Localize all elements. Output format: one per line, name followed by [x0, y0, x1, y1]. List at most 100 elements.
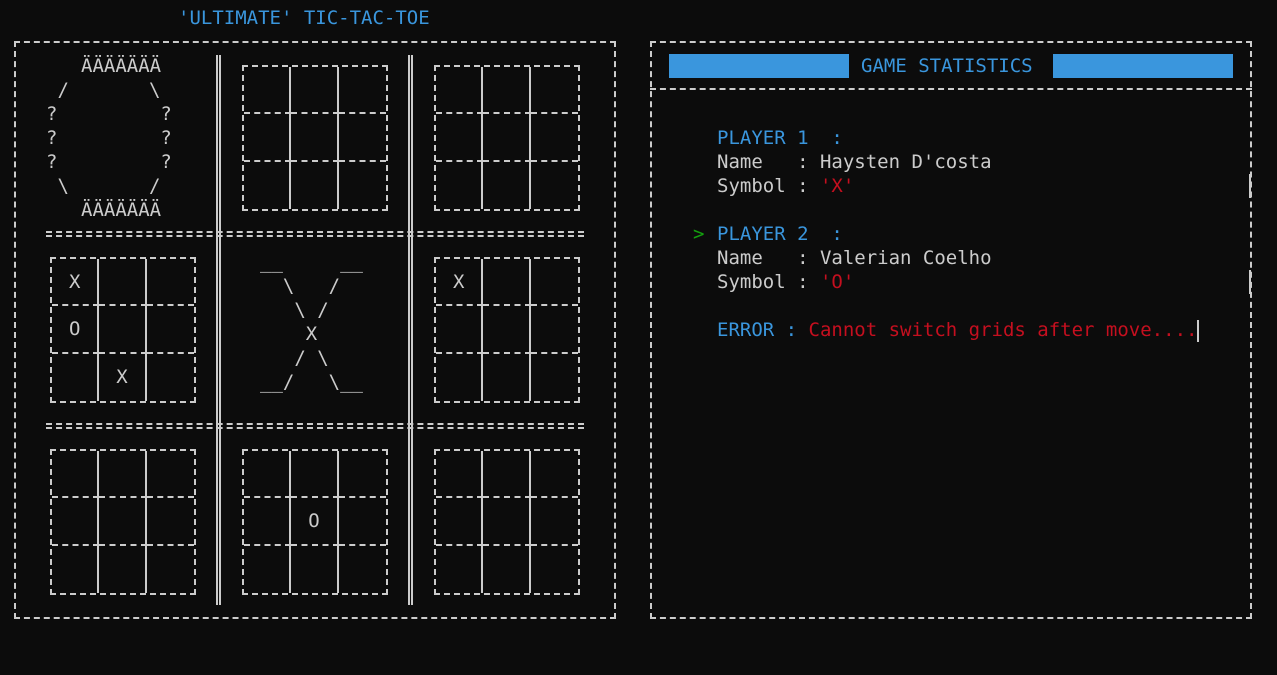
grid-6-cell-8[interactable] — [483, 353, 531, 401]
grid-6-cell-4[interactable] — [436, 306, 484, 354]
octagon-line-2: ? ? — [46, 103, 172, 125]
grid-2-cell-9[interactable] — [339, 162, 386, 209]
octagon-line-5: \ / — [46, 175, 161, 197]
grid-7-cell-4[interactable] — [52, 498, 100, 546]
grid-8-cell-8[interactable] — [291, 545, 339, 593]
app-title: 'ULTIMATE' TIC-TAC-TOE — [178, 7, 430, 29]
grid-3-cell-8[interactable] — [483, 161, 531, 209]
text-cursor — [1197, 319, 1200, 342]
octagon-line-1: / \ — [46, 79, 161, 101]
player-1-label: PLAYER 1 : — [717, 127, 843, 149]
current-player-pointer: > — [693, 223, 705, 245]
grid-4-cell-4[interactable]: O — [52, 306, 100, 354]
grid-1-won-marker[interactable]: ÄÄÄÄÄÄÄ / \ ? ? ? ? ? ? \ / ÄÄÄÄÄÄÄ — [42, 54, 210, 224]
grid-4-cell-3[interactable] — [146, 259, 194, 307]
grid-3-cell-4[interactable] — [436, 114, 484, 162]
grid-3-cell-9[interactable] — [531, 162, 578, 209]
grid-6-cell-3[interactable] — [530, 259, 578, 307]
player-1-name: Haysten D'costa — [819, 151, 992, 173]
grid-6-cell-7[interactable] — [436, 353, 484, 401]
board-horizontal-separator-top — [46, 231, 584, 237]
stats-header-bar-right — [1053, 54, 1233, 78]
grid-2-cell-4[interactable] — [244, 114, 292, 162]
grid-2-cell-2[interactable] — [291, 67, 339, 115]
grid-6-cell-5[interactable] — [483, 306, 531, 354]
grid-9-cell-7[interactable] — [436, 545, 484, 593]
grid-6-cell-6[interactable] — [530, 306, 578, 354]
octagon-bottom: ÄÄÄÄÄÄÄ — [81, 199, 162, 221]
grid-8-cell-5[interactable]: O — [291, 498, 339, 546]
grid-7-cell-1[interactable] — [52, 451, 100, 499]
grid-8-cell-2[interactable] — [291, 451, 339, 499]
error-row: ERROR : Cannot switch grids after move..… — [717, 318, 1200, 342]
grid-9-cell-8[interactable] — [483, 545, 531, 593]
player-1-symbol: 'X' — [819, 175, 855, 197]
grid-2-cell-1[interactable] — [244, 67, 292, 115]
grid-9-cell-6[interactable] — [530, 498, 578, 546]
grid-9-cell-3[interactable] — [530, 451, 578, 499]
stats-header-divider — [650, 88, 1252, 90]
grid-6-cell-9[interactable] — [531, 354, 578, 401]
grid-9-cell-4[interactable] — [436, 498, 484, 546]
grid-4-cell-6[interactable] — [146, 306, 194, 354]
octagon-line-4: ? ? — [46, 151, 172, 173]
grid-7-cell-8[interactable] — [99, 545, 147, 593]
grid-7-cell-2[interactable] — [99, 451, 147, 499]
big-x-line-2: \ / — [260, 275, 341, 297]
grid-3-cell-6[interactable] — [530, 114, 578, 162]
grid-7-cell-3[interactable] — [146, 451, 194, 499]
big-x-line-6: __/ \__ — [260, 371, 363, 393]
player-1-name-row: Name : Haysten D'costa — [717, 150, 992, 174]
grid-6-cell-1[interactable]: X — [436, 259, 484, 307]
grid-8-cell-9[interactable] — [339, 546, 386, 593]
grid-4-cell-1[interactable]: X — [52, 259, 100, 307]
big-x-line-1: __ __ — [260, 251, 363, 273]
player-2-name-row: Name : Valerian Coelho — [717, 246, 992, 270]
grid-9-cell-2[interactable] — [483, 451, 531, 499]
stats-header-bar-left — [669, 54, 849, 78]
grid-5-won-marker[interactable]: __ __ \ / \ / X / \ __/ \__ — [250, 250, 390, 400]
grid-4-cell-5[interactable] — [99, 306, 147, 354]
grid-7-cell-6[interactable] — [146, 498, 194, 546]
grid-8-cell-7[interactable] — [244, 545, 292, 593]
grid-2-cell-5[interactable] — [291, 114, 339, 162]
grid-9-cell-1[interactable] — [436, 451, 484, 499]
player-2-symbol-row: Symbol : 'O' — [717, 270, 854, 294]
grid-8-cell-1[interactable] — [244, 451, 292, 499]
grid-3-cell-2[interactable] — [483, 67, 531, 115]
grid-4: X O X — [50, 257, 196, 403]
grid-9 — [434, 449, 580, 595]
grid-9-cell-5[interactable] — [483, 498, 531, 546]
grid-3-cell-3[interactable] — [530, 67, 578, 115]
board-vertical-separator-left — [216, 55, 221, 605]
player-2-symbol: 'O' — [819, 271, 855, 293]
player-1-name-label: Name : — [717, 151, 820, 173]
grid-9-cell-9[interactable] — [531, 546, 578, 593]
grid-2-cell-8[interactable] — [291, 161, 339, 209]
grid-4-cell-8[interactable]: X — [99, 353, 147, 401]
grid-8-cell-6[interactable] — [338, 498, 386, 546]
grid-8-cell-3[interactable] — [338, 451, 386, 499]
grid-6-cell-2[interactable] — [483, 259, 531, 307]
grid-2-cell-6[interactable] — [338, 114, 386, 162]
grid-4-cell-9[interactable] — [147, 354, 194, 401]
grid-3-cell-1[interactable] — [436, 67, 484, 115]
grid-8-cell-4[interactable] — [244, 498, 292, 546]
grid-3-cell-7[interactable] — [436, 161, 484, 209]
grid-3-cell-5[interactable] — [483, 114, 531, 162]
grid-6: X — [434, 257, 580, 403]
grid-4-cell-7[interactable] — [52, 353, 100, 401]
octagon-top: ÄÄÄÄÄÄÄ — [81, 55, 162, 77]
grid-2 — [242, 65, 388, 211]
grid-8: O — [242, 449, 388, 595]
grid-2-cell-7[interactable] — [244, 161, 292, 209]
grid-7-cell-7[interactable] — [52, 545, 100, 593]
big-x-line-5: / \ — [260, 347, 329, 369]
player-1-symbol-row: Symbol : 'X' — [717, 174, 854, 198]
player-1-symbol-label: Symbol : — [717, 175, 820, 197]
grid-7-cell-9[interactable] — [147, 546, 194, 593]
grid-2-cell-3[interactable] — [338, 67, 386, 115]
error-label: ERROR : — [717, 319, 809, 341]
grid-7-cell-5[interactable] — [99, 498, 147, 546]
grid-4-cell-2[interactable] — [99, 259, 147, 307]
